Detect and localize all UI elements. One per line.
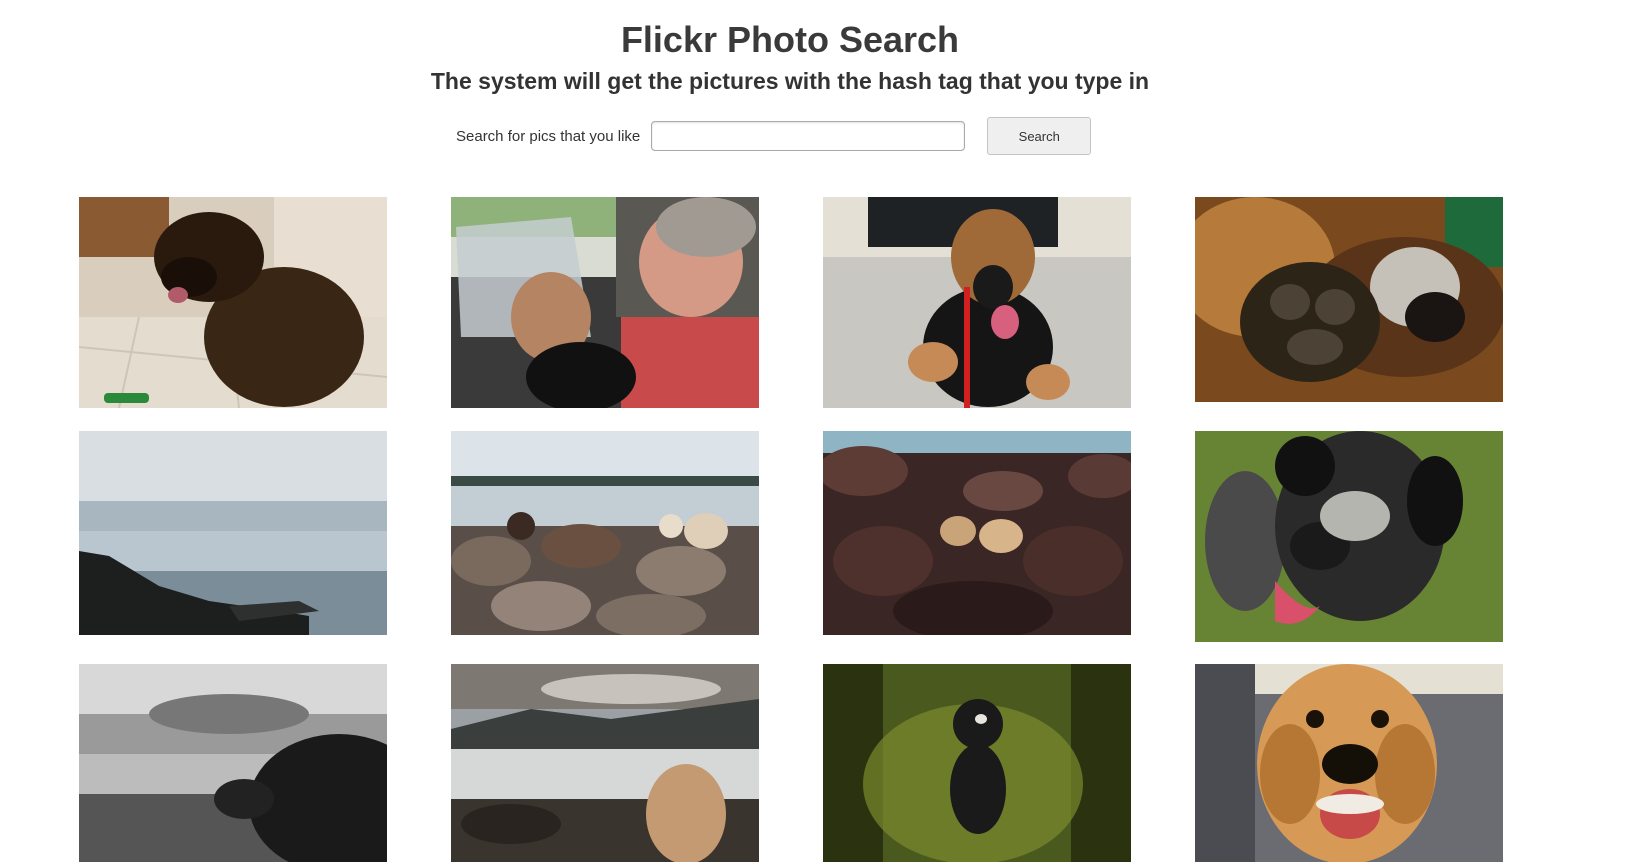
photo-dogs-volcanic-rocks[interactable] bbox=[823, 431, 1131, 635]
photo-spotted-dog-grass[interactable] bbox=[1195, 431, 1503, 642]
photo-man-with-dog-in-car[interactable] bbox=[451, 197, 759, 408]
photo-golden-retriever[interactable] bbox=[1195, 664, 1503, 862]
photo-grid bbox=[0, 0, 1629, 862]
photo-dog-paw-closeup[interactable] bbox=[1195, 197, 1503, 402]
page: Flickr Photo Search The system will get … bbox=[0, 0, 1629, 862]
photo-puppy-red-leash[interactable] bbox=[823, 197, 1131, 408]
photo-dogs-rocky-beach[interactable] bbox=[451, 431, 759, 635]
photo-fluffy-dog-sunset-shore[interactable] bbox=[451, 664, 759, 862]
photo-black-poodle-forest[interactable] bbox=[823, 664, 1131, 862]
photo-bw-dog-shore[interactable] bbox=[79, 664, 387, 862]
photo-seaside-cliffs[interactable] bbox=[79, 431, 387, 635]
photo-german-shepherd-kitchen[interactable] bbox=[79, 197, 387, 408]
